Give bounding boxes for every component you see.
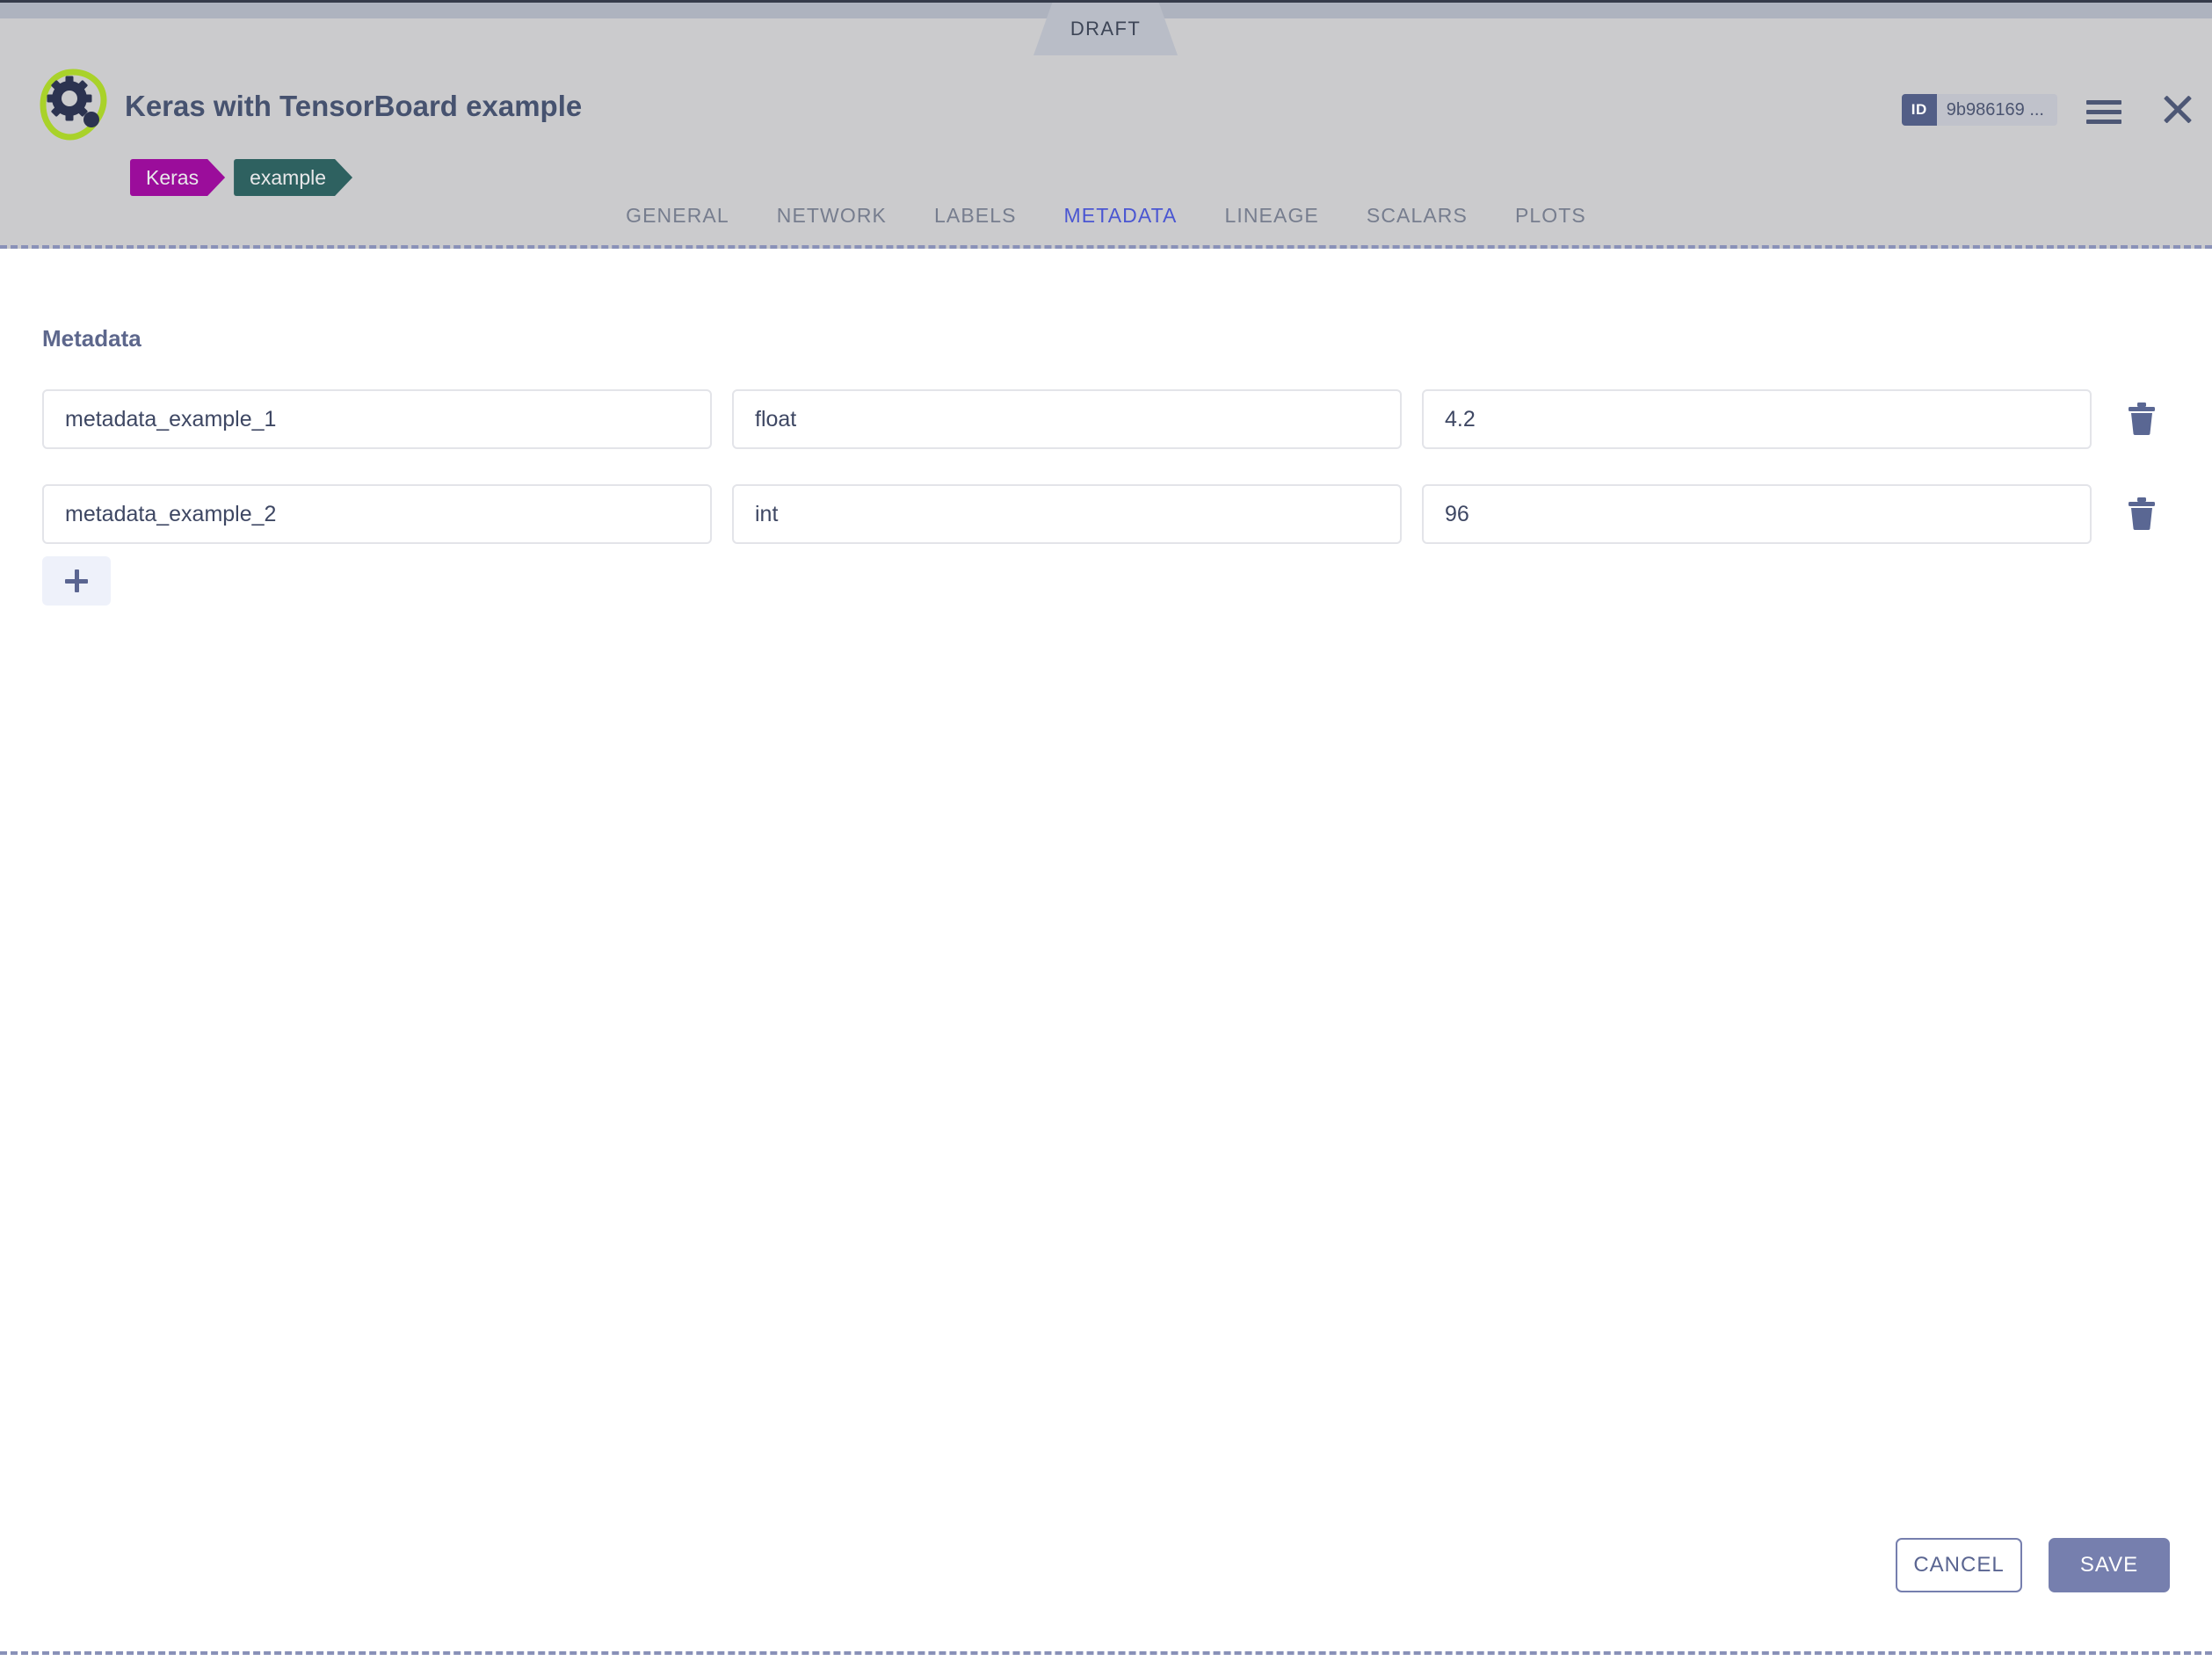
delete-row-button-1[interactable] [2121,398,2163,440]
task-details-window: DRAFT [0,0,2212,1668]
save-button[interactable]: SAVE [2049,1538,2170,1592]
task-id-value: 9b986169 ... [1937,94,2057,126]
metadata-type-input-1[interactable] [732,389,1402,449]
status-badge-draft: DRAFT [1033,3,1178,55]
clearml-gear-logo-icon [37,67,111,142]
tag-keras[interactable]: Keras [130,159,225,196]
metadata-value-input-1[interactable] [1422,389,2092,449]
metadata-value-input-2[interactable] [1422,484,2092,544]
task-id-label: ID [1902,94,1937,126]
trash-icon [2127,497,2157,533]
table-row [0,467,2212,562]
trash-icon [2127,402,2157,438]
plus-icon [75,569,79,592]
add-metadata-row-button[interactable] [42,556,111,606]
metadata-key-input-1[interactable] [42,389,712,449]
task-id-badge[interactable]: ID 9b986169 ... [1902,94,2057,126]
footer-divider [0,1651,2212,1655]
metadata-rows [0,372,2212,562]
tag-example[interactable]: example [234,159,352,196]
section-title-metadata: Metadata [42,325,141,352]
table-row [0,372,2212,467]
status-badge-label: DRAFT [1070,18,1141,40]
cancel-button[interactable]: CANCEL [1896,1538,2022,1592]
tag-label: example [250,166,326,190]
footer-actions: CANCEL SAVE [1896,1538,2170,1592]
hamburger-menu-icon[interactable] [2084,91,2124,129]
page-title: Keras with TensorBoard example [125,90,582,123]
close-icon[interactable] [2157,89,2199,131]
delete-row-button-2[interactable] [2121,493,2163,535]
tag-label: Keras [146,166,199,190]
metadata-key-input-2[interactable] [42,484,712,544]
metadata-panel: Metadata [0,249,2212,1661]
tag-list: Keras example [130,159,352,196]
metadata-type-input-2[interactable] [732,484,1402,544]
